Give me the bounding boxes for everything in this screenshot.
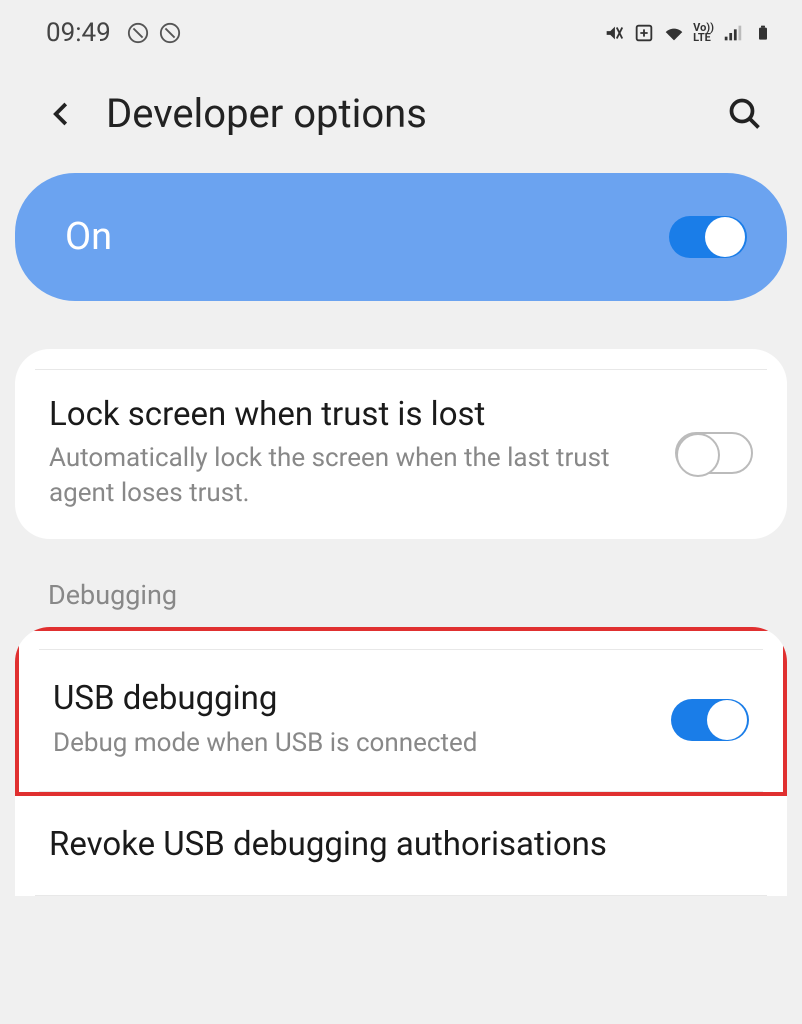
wifi-icon <box>663 22 685 44</box>
notification-icon <box>159 22 181 44</box>
section-header-debugging: Debugging <box>0 539 802 611</box>
setting-text: Lock screen when trust is lost Automatic… <box>49 394 675 511</box>
volte-icon: Vo))LTE <box>693 23 714 43</box>
setting-text: Revoke USB debugging authorisations <box>49 824 753 865</box>
settings-card-trust: Lock screen when trust is lost Automatic… <box>15 349 787 539</box>
setting-title: Revoke USB debugging authorisations <box>49 824 733 865</box>
lock-screen-trust-toggle[interactable] <box>675 432 753 474</box>
header-bar: Developer options <box>0 58 802 173</box>
page-title: Developer options <box>106 90 723 137</box>
revoke-usb-auth-row[interactable]: Revoke USB debugging authorisations <box>15 796 787 895</box>
setting-title: USB debugging <box>53 678 651 719</box>
setting-desc: Debug mode when USB is connected <box>53 726 651 761</box>
search-button[interactable] <box>723 92 767 136</box>
data-saver-icon <box>633 22 655 44</box>
master-toggle-label: On <box>65 215 112 259</box>
back-button[interactable] <box>42 94 82 134</box>
master-toggle-card[interactable]: On <box>15 173 787 301</box>
battery-icon <box>752 22 774 44</box>
status-bar: 09:49 Vo))LTE <box>0 0 802 58</box>
settings-card-debugging: USB debugging Debug mode when USB is con… <box>15 627 787 896</box>
signal-icon <box>722 22 744 44</box>
notification-icon <box>127 22 149 44</box>
status-left: 09:49 <box>46 18 181 48</box>
setting-title: Lock screen when trust is lost <box>49 394 655 435</box>
master-toggle-switch[interactable] <box>669 216 747 258</box>
usb-debugging-row[interactable]: USB debugging Debug mode when USB is con… <box>19 650 783 790</box>
lock-screen-trust-row[interactable]: Lock screen when trust is lost Automatic… <box>35 370 767 539</box>
mute-vibrate-icon <box>603 22 625 44</box>
status-right: Vo))LTE <box>603 22 774 44</box>
setting-text: USB debugging Debug mode when USB is con… <box>53 678 671 760</box>
usb-debugging-highlight: USB debugging Debug mode when USB is con… <box>15 627 787 795</box>
usb-debugging-toggle[interactable] <box>671 699 749 741</box>
status-time: 09:49 <box>46 18 111 48</box>
setting-desc: Automatically lock the screen when the l… <box>49 441 655 511</box>
